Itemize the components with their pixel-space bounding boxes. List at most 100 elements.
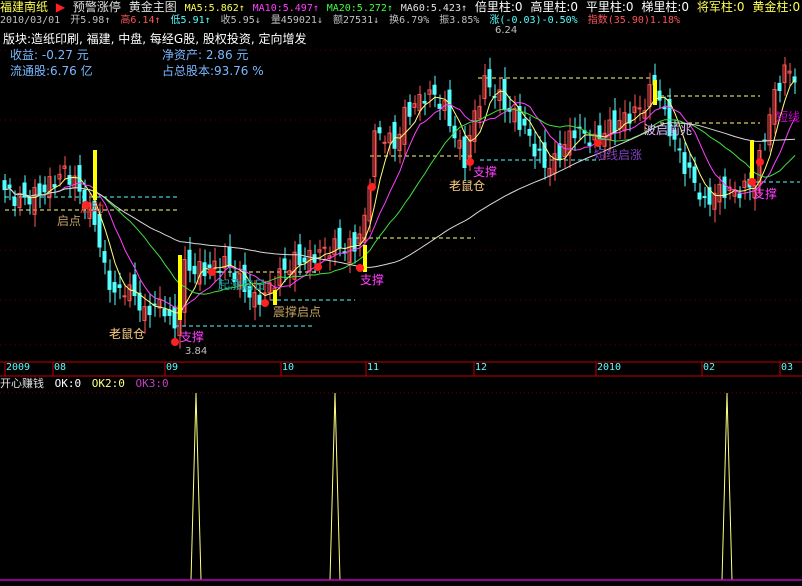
start-point-label: 启点 [57,214,82,228]
candle-body [337,227,342,249]
candlesticks [2,57,797,349]
candle-body [722,176,727,198]
candle-body [407,102,412,117]
sector-info: 版块:造纸印刷, 福建, 中盘, 每经G股, 股权投资, 定向增发 [3,32,307,46]
support-start-label: 震撑启点 [273,305,322,319]
signal-dot [261,299,269,307]
date-label: 03 [781,362,794,373]
candle-body [352,232,357,252]
candle-body [692,166,697,183]
candle-body [392,121,397,149]
signal-dot [208,268,216,276]
candle-body [382,141,387,144]
short-line-label: 短线 [776,110,801,124]
candle-body [597,125,602,140]
net-assets: 净资产: 2.86 元 [162,48,249,62]
candle-body [147,305,152,316]
quote-bar: 2010/03/01 开5.98↑ 高6.14↑ 低5.91↑ 收5.95↓ 量… [0,14,684,28]
candle-body [102,251,107,263]
indicator-header: 开心赚钱 OK:0 OK2:0 OK3:0 [0,377,173,391]
jiang-jun: 将军柱:0 [696,0,745,14]
indicator-ok2: OK2:0 [91,377,125,390]
support-label-4: 支撑 [753,187,778,201]
date-label: 02 [703,362,716,373]
candle-body [207,264,212,269]
candle-body [437,103,442,109]
candle-body [587,142,592,146]
candle-body [702,195,707,199]
candle-body [462,136,467,168]
gao-liang: 高里柱:0 [530,0,579,14]
quote-low: 低5.91↑ [170,15,211,26]
date-label: 09 [166,362,179,373]
quote-open: 开5.98↑ [70,15,111,26]
candle-body [192,265,197,275]
ma60-value: MA60:5.423↑ [400,3,467,14]
menu-arrow-icon[interactable]: ▶ [56,0,65,14]
ti-liang: 梯里柱:0 [641,0,690,14]
candle-body [377,127,382,134]
quote-index: 指数(35.90)1.18% [587,15,680,26]
indicator-ok3: OK3:0 [135,377,169,390]
support-label-2: 支撑 [360,273,385,287]
support-label-3: 支撑 [473,165,498,179]
candle-body [422,100,427,104]
move-label: 启动 [80,201,105,215]
candle-body [532,143,537,157]
candle-body [487,69,492,88]
candle-body [302,257,307,263]
stock-name: 福建南纸 [0,0,49,14]
ping-liang: 平里柱:0 [585,0,634,14]
candle-body [657,90,662,101]
candle-body [217,270,222,273]
candle-body [322,246,327,249]
stock-chart[interactable] [0,0,802,586]
signal-bar [178,255,182,320]
ma5-value: MA5:5.862↑ [184,3,245,14]
candle-body [97,213,102,248]
date-label: 2009 [6,362,31,373]
candle-body [527,128,532,136]
candle-body [132,274,137,297]
quote-amount: 额27531↓ [333,15,380,26]
candle-body [537,148,542,151]
support-label-1: 支撑 [180,330,205,344]
menu-main[interactable]: 黄金主图 [129,0,177,14]
candle-body [107,270,112,290]
candle-body [117,284,122,288]
candle-body [167,309,172,316]
candle-body [522,118,527,126]
date-label: 12 [475,362,488,373]
candle-body [37,183,42,196]
wave-sign-label: 波启前兆 [644,123,693,137]
signal-dot [756,158,764,166]
menu-warning[interactable]: 预警涨停 [73,0,121,14]
candle-body [187,249,192,271]
candle-body [42,184,47,193]
quote-amplitude: 振3.85% [439,15,480,26]
max-price-label: 6.24 [495,25,518,36]
candle-body [637,107,642,110]
bei-liang: 倍里柱:0 [474,0,523,14]
candle-body [12,197,17,207]
candle-body [612,110,617,133]
short-rise-label: 短线启涨 [594,148,643,162]
date-label: 10 [282,362,295,373]
candle-body [737,193,742,199]
signal-bar [653,80,657,105]
indicator-name[interactable]: 开心赚钱 [0,377,44,390]
signal-dot [171,338,179,346]
candle-body [67,175,72,185]
date-label: 11 [367,362,380,373]
date-label: 08 [54,362,67,373]
signal-bar [93,150,97,200]
ma10-value: MA10:5.497↑ [252,3,319,14]
ma5-line [4,79,796,314]
candle-body [2,180,7,191]
date-ticks [4,362,781,376]
share-ratio: 占总股本:93.76 % [162,64,264,78]
rise-start-label: 起涨启日 [218,278,267,292]
candle-body [572,130,577,139]
candle-body [662,107,667,110]
candle-body [682,152,687,174]
